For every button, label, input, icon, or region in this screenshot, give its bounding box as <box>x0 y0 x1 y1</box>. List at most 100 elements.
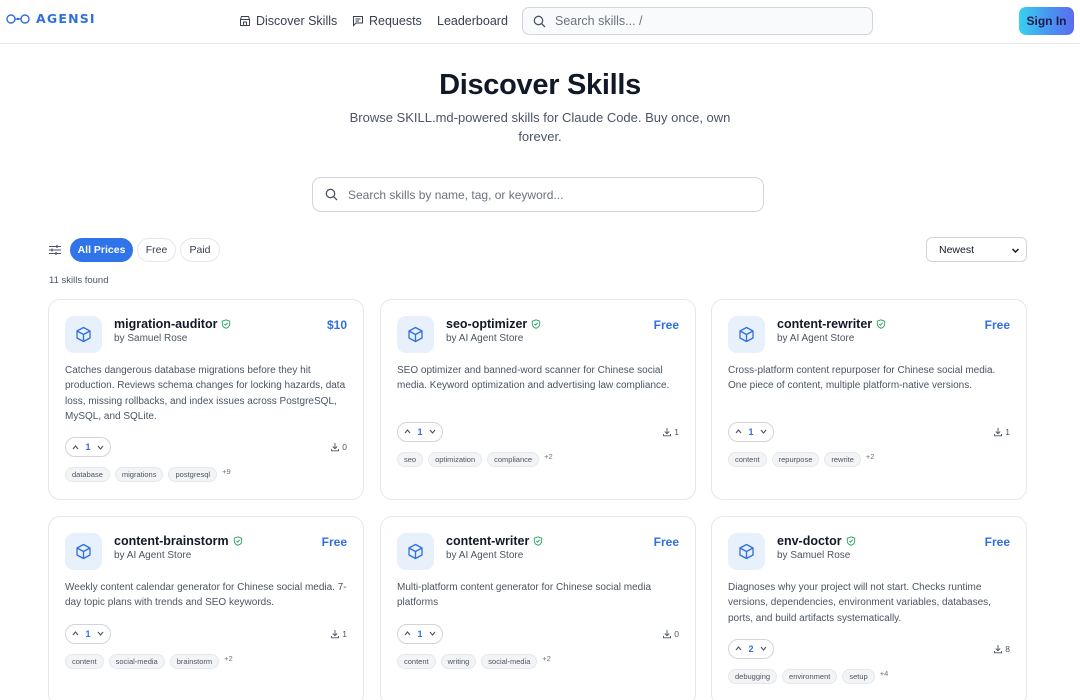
tag-chip[interactable]: repurpose <box>771 451 820 467</box>
skill-card[interactable]: migration-auditor by Samuel Rose $10 Cat… <box>48 299 364 500</box>
chevron-down-icon <box>1011 248 1020 254</box>
download-count-value: 8 <box>1005 643 1010 654</box>
skill-description: Diagnoses why your project will not star… <box>728 582 991 624</box>
upvote-button[interactable]: 1 <box>397 421 443 442</box>
price-filter-all[interactable]: All Prices <box>70 238 133 262</box>
skill-name[interactable]: env-doctor <box>777 534 856 548</box>
message-square-icon <box>353 16 363 27</box>
skill-name[interactable]: content-brainstorm <box>114 534 243 548</box>
chevron-up-icon <box>404 429 411 434</box>
more-tags-count[interactable]: +9 <box>222 467 231 476</box>
skill-name[interactable]: seo-optimizer <box>446 317 541 331</box>
skill-name[interactable]: content-rewriter <box>777 317 886 331</box>
brand-name: AGENSI <box>36 11 96 26</box>
skill-price: Free <box>653 318 679 332</box>
vote-count: 1 <box>85 442 91 453</box>
skill-icon <box>65 533 102 570</box>
tag-chip[interactable]: content <box>728 451 767 467</box>
skill-price: Free <box>653 535 679 549</box>
skill-name-text: content-rewriter <box>777 317 873 331</box>
tag-chip[interactable]: content <box>397 653 436 669</box>
skill-name-text: migration-auditor <box>114 317 218 331</box>
tag-chip[interactable]: environment <box>782 668 838 684</box>
skill-name-text: content-brainstorm <box>114 534 229 548</box>
upvote-button[interactable]: 2 <box>728 638 774 659</box>
tag-chip[interactable]: optimization <box>428 451 483 467</box>
nav-link-requests[interactable]: Requests <box>352 14 422 28</box>
skill-author[interactable]: by Samuel Rose <box>777 550 850 561</box>
tag-chip[interactable]: database <box>65 467 110 483</box>
sort-selected-value: Newest <box>939 243 975 256</box>
skill-author[interactable]: by AI Agent Store <box>446 550 523 561</box>
sign-in-button[interactable]: Sign In <box>1019 7 1074 35</box>
tag-chip[interactable]: brainstorm <box>169 653 220 669</box>
sliders-icon[interactable] <box>48 243 62 257</box>
logo-infinity-icon <box>6 13 30 24</box>
brand-logo[interactable]: AGENSI <box>6 11 96 26</box>
skill-name[interactable]: migration-auditor <box>114 317 231 331</box>
download-count-value: 1 <box>674 426 679 437</box>
nav-search-input[interactable]: Search skills... / <box>522 7 873 35</box>
download-icon <box>994 644 1003 654</box>
download-count-value: 0 <box>342 442 347 453</box>
more-tags-count[interactable]: +2 <box>542 654 551 663</box>
tag-chip[interactable]: migrations <box>114 467 164 483</box>
tag-chip[interactable]: social-media <box>481 653 538 669</box>
skill-author[interactable]: by AI Agent Store <box>114 550 191 561</box>
skill-card[interactable]: content-rewriter by AI Agent Store Free … <box>711 299 1027 500</box>
tag-list: debugging environment setup +4 <box>728 668 889 684</box>
download-count: 1 <box>662 427 679 437</box>
more-tags-count[interactable]: +2 <box>224 654 233 663</box>
upvote-button[interactable]: 1 <box>728 421 774 442</box>
chevron-down-icon <box>760 430 767 435</box>
upvote-button[interactable]: 1 <box>65 437 111 458</box>
nav-search-placeholder: Search skills... / <box>555 14 643 28</box>
tag-chip[interactable]: seo <box>397 451 424 467</box>
sort-select[interactable]: Newest <box>926 237 1027 262</box>
price-filter-paid[interactable]: Paid <box>180 238 220 262</box>
chevron-down-icon <box>97 631 104 636</box>
skill-card[interactable]: env-doctor by Samuel Rose Free Diagnoses… <box>711 516 1027 700</box>
download-count-value: 0 <box>674 628 679 639</box>
skill-icon <box>728 316 765 353</box>
skill-price: $10 <box>326 318 347 332</box>
skill-card[interactable]: content-brainstorm by AI Agent Store Fre… <box>48 516 364 700</box>
nav-link-discover-skills[interactable]: Discover Skills <box>239 14 337 28</box>
package-icon <box>76 326 91 343</box>
skill-search-placeholder: Search skills by name, tag, or keyword..… <box>348 187 564 202</box>
tag-chip[interactable]: writing <box>440 653 477 669</box>
download-icon <box>663 629 672 638</box>
more-tags-count[interactable]: +2 <box>866 452 875 461</box>
skill-search-input[interactable]: Search skills by name, tag, or keyword..… <box>312 177 764 212</box>
upvote-button[interactable]: 1 <box>65 623 111 644</box>
tag-chip[interactable]: content <box>65 653 104 669</box>
chevron-down-icon <box>429 631 436 636</box>
tag-list: content writing social-media +2 <box>397 653 551 669</box>
price-filter-free[interactable]: Free <box>137 238 176 262</box>
more-tags-count[interactable]: +2 <box>544 452 553 461</box>
tag-chip[interactable]: setup <box>842 668 875 684</box>
skill-card[interactable]: content-writer by AI Agent Store Free Mu… <box>380 516 696 700</box>
tag-list: seo optimization compliance +2 <box>397 451 553 467</box>
skill-description: Multi-platform content generator for Chi… <box>397 582 652 609</box>
download-count: 1 <box>330 629 347 639</box>
skill-author[interactable]: by Samuel Rose <box>114 333 187 344</box>
nav-link-leaderboard[interactable]: Leaderboard <box>437 14 508 28</box>
skill-card[interactable]: seo-optimizer by AI Agent Store Free SEO… <box>380 299 696 500</box>
more-tags-count[interactable]: +4 <box>880 669 889 678</box>
skill-author[interactable]: by AI Agent Store <box>446 333 523 344</box>
skill-name[interactable]: content-writer <box>446 534 543 548</box>
download-count: 0 <box>330 442 347 452</box>
chevron-up-icon <box>404 631 411 636</box>
tag-chip[interactable]: debugging <box>728 668 778 684</box>
tag-chip[interactable]: postgresql <box>168 467 218 483</box>
tag-chip[interactable]: social-media <box>108 653 165 669</box>
skill-author[interactable]: by AI Agent Store <box>777 333 854 344</box>
package-icon <box>739 543 754 560</box>
tag-chip[interactable]: rewrite <box>824 451 861 467</box>
skill-price: Free <box>984 535 1010 549</box>
tag-list: content social-media brainstorm +2 <box>65 653 233 669</box>
package-icon <box>76 543 91 560</box>
upvote-button[interactable]: 1 <box>397 623 443 644</box>
tag-chip[interactable]: compliance <box>487 451 540 467</box>
